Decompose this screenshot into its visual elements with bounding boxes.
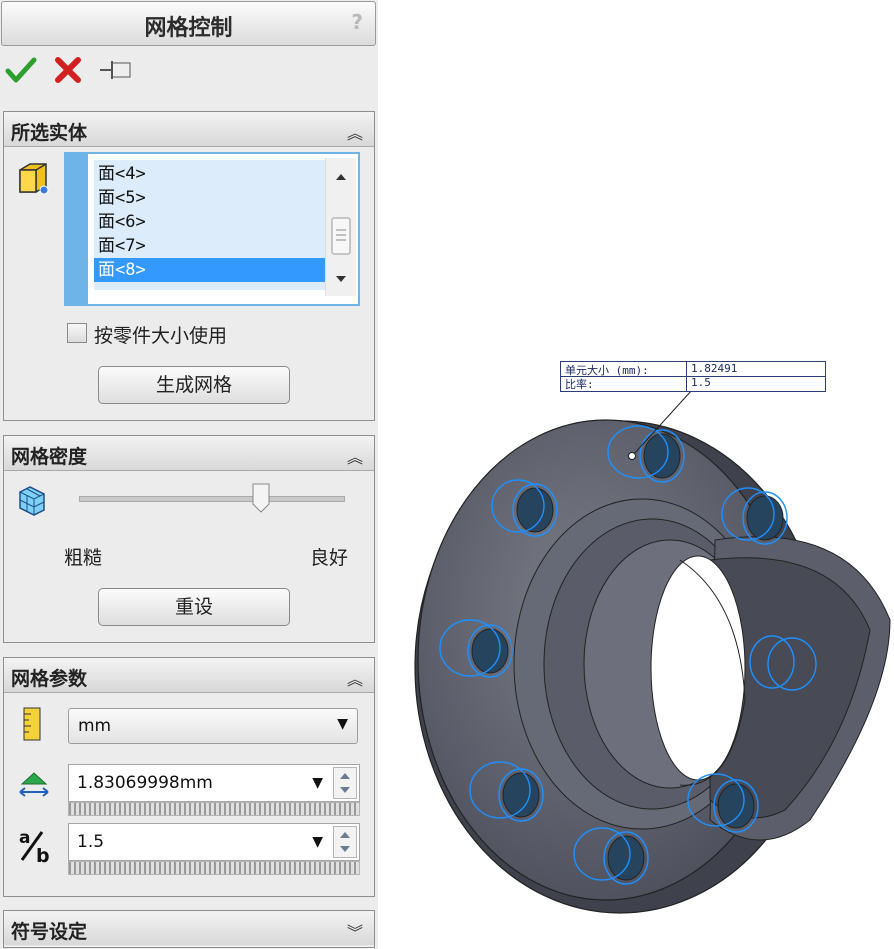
panel-title-bar: 网格控制 ? (1, 1, 376, 46)
coarse-label: 粗糙 (64, 547, 103, 569)
list-item[interactable]: 面<6> (98, 210, 146, 234)
mesh-parameters-section: 网格参数 ︽ mm ▼ 1.83069998mm ▼ a b 1.5 ▼ (3, 657, 375, 897)
spinner-arrows-icon[interactable] (334, 827, 356, 857)
element-size-input[interactable]: 1.83069998mm ▼ (68, 764, 360, 802)
callout-anchor (628, 452, 636, 460)
ratio-readout: 1.5 (691, 376, 711, 389)
svg-text:a: a (19, 828, 30, 848)
selected-entities-header[interactable]: 所选实体 ︽ (4, 112, 374, 147)
collapse-chevron-icon[interactable]: ︽ (347, 444, 363, 468)
expand-chevron-icon[interactable]: ︾ (347, 919, 363, 943)
fine-label: 良好 (310, 547, 349, 569)
mesh-parameters-header[interactable]: 网格参数 ︽ (4, 658, 374, 693)
list-items-container: 面<4> 面<5> 面<6> 面<7> 面<8> (94, 160, 326, 290)
cancel-button[interactable] (53, 55, 83, 85)
section-title: 网格密度 (11, 446, 88, 468)
panel-title: 网格控制 (144, 16, 233, 41)
chevron-down-icon: ▼ (337, 716, 348, 732)
callout-row-ratio: 比率: 1.5 (561, 376, 825, 391)
solid-body-icon (19, 163, 49, 195)
reset-button[interactable]: 重设 (98, 588, 290, 626)
scrollbar-graphics (331, 174, 351, 282)
scroll-thumb[interactable] (331, 217, 351, 255)
section-title: 符号设定 (11, 921, 88, 943)
ratio-label: 比率: (565, 378, 594, 391)
pin-button[interactable] (98, 58, 134, 82)
property-manager-panel: 网格控制 ? 所选实体 ︽ 面<4> 面<5> 面<6> 面<7> 面<8> 按… (0, 0, 378, 949)
mesh-control-callout: 单元大小 (mm): 1.82491 比率: 1.5 (560, 361, 826, 392)
chevron-down-icon[interactable]: ▼ (312, 775, 323, 791)
graphics-viewport[interactable] (380, 0, 894, 949)
density-slider-thumb[interactable] (251, 482, 271, 514)
element-size-readout: 1.82491 (691, 362, 738, 375)
selected-entities-section: 所选实体 ︽ 面<4> 面<5> 面<6> 面<7> 面<8> 按零件大小使用 … (3, 111, 375, 421)
unit-value: mm (78, 716, 112, 736)
selected-entities-list[interactable]: 面<4> 面<5> 面<6> 面<7> 面<8> (64, 152, 360, 306)
flange-model[interactable] (380, 0, 894, 949)
list-item-selected[interactable]: 面<8> (94, 258, 326, 282)
collapse-chevron-icon[interactable]: ︽ (347, 666, 363, 690)
list-item[interactable]: 面<5> (98, 186, 146, 210)
unit-select[interactable]: mm ▼ (68, 708, 358, 744)
element-size-icon (19, 772, 49, 797)
ruler-icon (23, 707, 41, 741)
collapse-chevron-icon[interactable]: ︽ (347, 120, 363, 144)
density-slider-track[interactable] (79, 496, 345, 502)
scroll-down-arrow-icon[interactable] (336, 276, 346, 282)
chevron-down-icon[interactable]: ▼ (312, 834, 323, 850)
pushpin-icon (100, 61, 131, 79)
checkmark-icon (5, 57, 37, 83)
ratio-icon: a b (19, 828, 50, 866)
symbol-settings-header[interactable]: 符号设定 ︾ (4, 911, 374, 945)
ratio-value: 1.5 (77, 832, 105, 852)
create-mesh-button[interactable]: 生成网格 (98, 366, 290, 404)
symbol-settings-section: 符号设定 ︾ (3, 910, 375, 948)
svg-text:b: b (36, 845, 50, 866)
list-item[interactable]: 面<4> (98, 162, 146, 186)
ratio-input[interactable]: 1.5 ▼ (68, 823, 360, 861)
element-size-value: 1.83069998mm (77, 773, 213, 793)
mesh-density-icon (19, 486, 45, 516)
element-size-thumbwheel[interactable] (68, 802, 360, 816)
callout-row-size: 单元大小 (mm): 1.82491 (561, 362, 825, 377)
mesh-density-header[interactable]: 网格密度 ︽ (4, 436, 374, 471)
section-title: 网格参数 (11, 668, 88, 690)
use-part-size-label: 按零件大小使用 (94, 325, 228, 347)
section-title: 所选实体 (11, 122, 88, 144)
element-size-spinner[interactable] (333, 767, 357, 799)
ok-button[interactable] (5, 55, 37, 85)
list-scrollbar[interactable] (325, 158, 356, 296)
callout-divider (686, 362, 687, 391)
close-icon (55, 57, 81, 83)
mesh-density-section: 网格密度 ︽ 粗糙 良好 重设 (3, 435, 375, 643)
ratio-thumbwheel[interactable] (68, 861, 360, 875)
help-icon[interactable]: ? (351, 10, 363, 34)
scroll-up-arrow-icon[interactable] (336, 174, 346, 180)
list-item[interactable]: 面<7> (98, 234, 146, 258)
list-focus-stripe (66, 154, 88, 304)
use-part-size-checkbox[interactable] (67, 323, 87, 343)
ratio-spinner[interactable] (333, 826, 357, 858)
spinner-arrows-icon[interactable] (334, 768, 356, 798)
